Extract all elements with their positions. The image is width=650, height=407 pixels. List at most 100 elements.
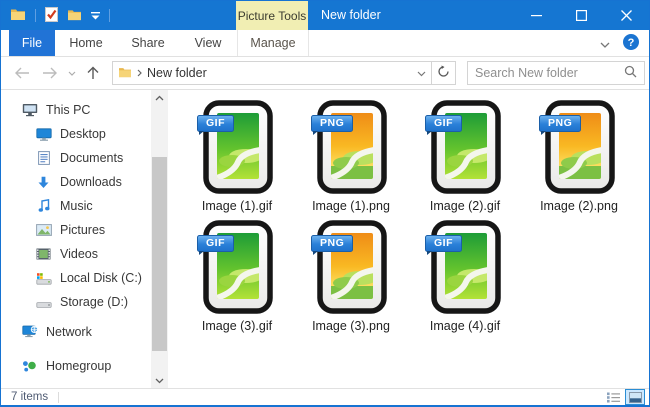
sidebar-item-videos[interactable]: Videos (1, 242, 151, 266)
navigation-bar: New folder (1, 57, 649, 90)
explorer-window: Picture Tools New folder File Home Share… (0, 0, 650, 407)
file-type-badge: GIF (197, 235, 234, 255)
properties-check-icon[interactable] (45, 6, 58, 25)
png-file-icon: PNG (308, 220, 394, 316)
file-item[interactable]: PNG Image (1).png (294, 100, 408, 213)
sidebar-item-label: Network (46, 325, 92, 339)
address-dropdown-chevron-icon[interactable] (417, 66, 426, 80)
documents-icon (35, 151, 52, 165)
item-count: 7 items (11, 391, 49, 403)
local-disk-icon (35, 272, 52, 285)
sidebar-item-label: Pictures (60, 223, 106, 237)
forward-button[interactable] (36, 67, 64, 79)
scrollbar-thumb[interactable] (152, 157, 167, 351)
recent-locations-chevron-icon[interactable] (64, 71, 80, 76)
desktop-icon (35, 127, 52, 141)
address-bar[interactable]: New folder (112, 61, 456, 85)
picture-tools-contextual-tab[interactable]: Picture Tools (236, 1, 308, 30)
search-input[interactable] (475, 66, 624, 80)
sidebar-item-network[interactable]: Network (1, 320, 151, 344)
navigation-pane: This PC Desktop Documents Downloads Musi… (1, 90, 151, 388)
file-type-badge: GIF (197, 115, 234, 135)
sidebar-item-label: This PC (46, 103, 91, 117)
network-icon (21, 325, 38, 339)
back-button[interactable] (8, 67, 36, 79)
gif-file-icon: GIF (194, 100, 280, 196)
svg-text:?: ? (628, 37, 635, 49)
thumbnails-view-button[interactable] (625, 389, 645, 405)
minimize-button[interactable] (514, 1, 559, 30)
help-icon[interactable]: ? (623, 34, 639, 53)
title-bar: Picture Tools New folder (1, 1, 649, 30)
scrollbar-down-arrow-icon[interactable] (151, 373, 168, 388)
file-item[interactable]: GIF Image (4).gif (408, 220, 522, 333)
sidebar-item-label: Videos (60, 247, 98, 261)
tab-share[interactable]: Share (117, 30, 179, 56)
storage-disk-icon (35, 296, 52, 309)
gif-file-icon: GIF (194, 220, 280, 316)
tab-home[interactable]: Home (55, 30, 117, 56)
file-item[interactable]: PNG Image (3).png (294, 220, 408, 333)
this-pc-icon (21, 103, 38, 117)
close-button[interactable] (604, 1, 649, 30)
sidebar-item-homegroup[interactable]: Homegroup (1, 354, 151, 378)
file-item[interactable]: GIF Image (2).gif (408, 100, 522, 213)
toolbar-separator (35, 9, 36, 22)
file-item[interactable]: PNG Image (2).png (522, 100, 636, 213)
breadcrumb-chevron-icon[interactable] (137, 66, 142, 80)
scrollbar-up-arrow-icon[interactable] (151, 90, 168, 105)
file-name: Image (1).gif (201, 199, 273, 213)
gif-file-icon: GIF (422, 100, 508, 196)
search-box[interactable] (467, 61, 645, 85)
file-item[interactable]: GIF Image (1).gif (180, 100, 294, 213)
explorer-folder-icon (10, 7, 26, 24)
details-view-button[interactable] (603, 389, 623, 405)
refresh-button[interactable] (437, 65, 450, 81)
sidebar-item-label: Documents (60, 151, 124, 165)
breadcrumb-location[interactable]: New folder (147, 66, 412, 80)
new-folder-icon[interactable] (67, 8, 82, 24)
file-type-badge: PNG (311, 115, 354, 135)
pictures-icon (35, 224, 52, 236)
file-name: Image (2).gif (429, 199, 501, 213)
tab-view[interactable]: View (179, 30, 237, 56)
search-icon[interactable] (624, 65, 637, 81)
gif-file-icon: GIF (422, 220, 508, 316)
ribbon-tab-bar: File Home Share View Manage ? (1, 30, 649, 57)
expand-ribbon-chevron-icon[interactable] (600, 37, 610, 51)
homegroup-icon (21, 359, 38, 373)
file-type-badge: GIF (425, 235, 462, 255)
png-file-icon: PNG (308, 100, 394, 196)
sidebar-item-label: Desktop (60, 127, 106, 141)
customize-toolbar-chevron-icon[interactable] (91, 9, 100, 23)
file-item[interactable]: GIF Image (3).gif (180, 220, 294, 333)
sidebar-item-label: Local Disk (C:) (60, 271, 142, 285)
sidebar-item-label: Downloads (60, 175, 122, 189)
music-icon (35, 199, 52, 213)
tab-manage[interactable]: Manage (237, 30, 309, 56)
file-type-badge: PNG (311, 235, 354, 255)
file-name: Image (2).png (540, 199, 618, 213)
sidebar-item-storage-d[interactable]: Storage (D:) (1, 290, 151, 314)
sidebar-item-this-pc[interactable]: This PC (1, 98, 151, 122)
maximize-button[interactable] (559, 1, 604, 30)
png-file-icon: PNG (536, 100, 622, 196)
sidebar-item-desktop[interactable]: Desktop (1, 122, 151, 146)
downloads-icon (35, 176, 52, 189)
quick-access-toolbar (1, 6, 110, 25)
sidebar-scrollbar[interactable] (151, 90, 168, 388)
file-name: Image (1).png (312, 199, 390, 213)
file-list: GIF Image (1).gif PNG Image (1).png GIF … (168, 90, 649, 388)
tab-file[interactable]: File (9, 30, 55, 56)
sidebar-item-music[interactable]: Music (1, 194, 151, 218)
sidebar-item-documents[interactable]: Documents (1, 146, 151, 170)
address-separator (431, 62, 432, 84)
sidebar-item-pictures[interactable]: Pictures (1, 218, 151, 242)
sidebar-item-local-disk-c[interactable]: Local Disk (C:) (1, 266, 151, 290)
file-type-badge: PNG (539, 115, 582, 135)
toolbar-separator (109, 9, 110, 22)
file-name: Image (3).gif (201, 319, 273, 333)
sidebar-item-label: Homegroup (46, 359, 112, 373)
sidebar-item-downloads[interactable]: Downloads (1, 170, 151, 194)
up-button[interactable] (80, 66, 106, 80)
